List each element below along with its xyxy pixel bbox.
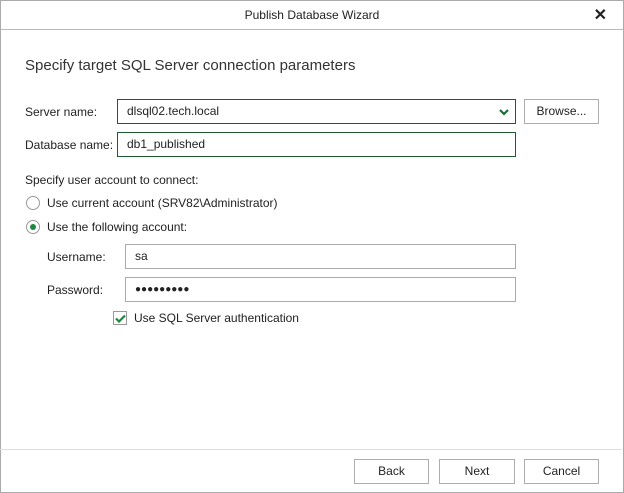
server-name-value: dlsql02.tech.local [127, 104, 220, 118]
close-icon[interactable]: ✕ [594, 1, 607, 30]
server-name-combobox[interactable]: dlsql02.tech.local [117, 99, 516, 124]
radio-current-account[interactable] [26, 196, 40, 210]
footer-divider [0, 449, 622, 450]
cancel-button[interactable]: Cancel [524, 459, 599, 484]
password-value: ●●●●●●●●● [135, 284, 190, 295]
sql-auth-checkbox[interactable] [113, 311, 127, 325]
chevron-down-icon[interactable] [499, 108, 509, 116]
username-value: sa [135, 249, 148, 263]
account-section-label: Specify user account to connect: [25, 173, 199, 187]
checkmark-icon [115, 314, 126, 323]
database-name-value: db1_published [127, 137, 206, 151]
server-name-label: Server name: [25, 105, 98, 119]
page-title: Specify target SQL Server connection par… [25, 57, 356, 74]
title-bar: Publish Database Wizard ✕ [1, 1, 623, 30]
next-button[interactable]: Next [439, 459, 515, 484]
username-label: Username: [47, 250, 106, 264]
username-input[interactable]: sa [125, 244, 516, 269]
password-label: Password: [47, 283, 104, 297]
radio-selected-dot [30, 224, 36, 230]
window-title: Publish Database Wizard [244, 8, 380, 22]
sql-auth-label[interactable]: Use SQL Server authentication [134, 311, 299, 325]
radio-following-account-label[interactable]: Use the following account: [47, 220, 187, 234]
radio-current-account-label[interactable]: Use current account (SRV82\Administrator… [47, 196, 278, 210]
back-button[interactable]: Back [354, 459, 429, 484]
browse-button[interactable]: Browse... [524, 99, 599, 124]
database-name-label: Database name: [25, 138, 114, 152]
radio-following-account[interactable] [26, 220, 40, 234]
password-input[interactable]: ●●●●●●●●● [125, 277, 516, 302]
database-name-input[interactable]: db1_published [117, 132, 516, 157]
